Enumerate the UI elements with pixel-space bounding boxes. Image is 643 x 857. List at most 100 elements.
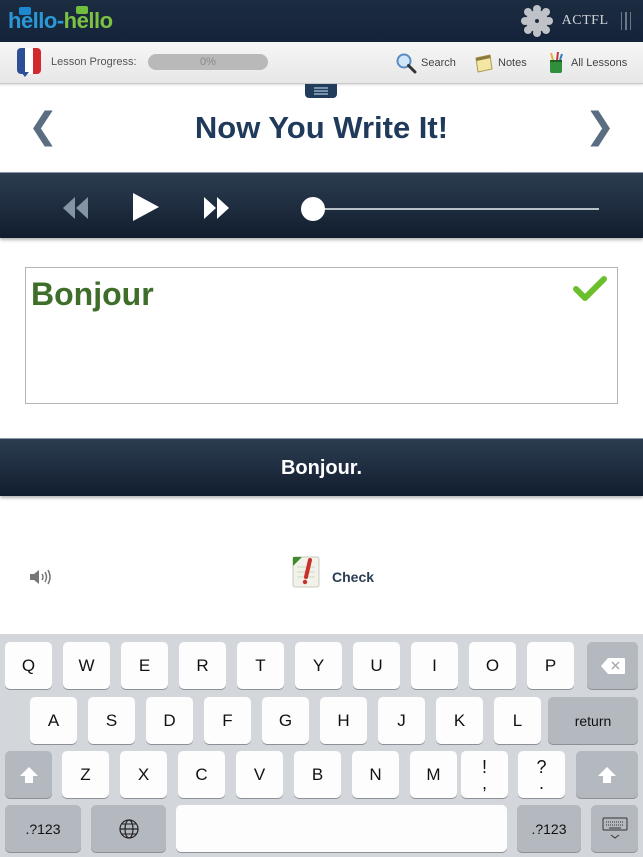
globe-key[interactable] [91, 805, 166, 852]
key-j[interactable]: J [378, 697, 425, 744]
key-label: A [47, 710, 60, 730]
app-logo: hello-hello [8, 8, 113, 34]
key-question-period[interactable]: ?. [518, 751, 565, 798]
key-m[interactable]: M [410, 751, 457, 798]
fast-forward-icon[interactable] [204, 197, 230, 219]
logo-text-2: hello [63, 8, 113, 33]
key-u[interactable]: U [353, 642, 400, 689]
key-z[interactable]: Z [62, 751, 109, 798]
key-label: P [544, 655, 557, 675]
shift-key-left[interactable] [5, 751, 52, 798]
logo-dash: - [56, 8, 64, 33]
check-button[interactable]: Check [290, 555, 374, 591]
key-s[interactable]: S [88, 697, 135, 744]
key-label: O [485, 655, 500, 675]
answer-input[interactable]: Bonjour [25, 267, 618, 404]
rewind-icon[interactable] [63, 197, 89, 219]
all-lessons-button[interactable]: All Lessons [545, 52, 627, 74]
keyboard-dismiss-icon [602, 817, 627, 839]
key-label: Q [21, 655, 36, 675]
key-label-bottom: . [538, 772, 544, 793]
key-label: I [432, 655, 437, 675]
check-label: Check [332, 569, 375, 585]
correct-checkmark-icon [573, 276, 607, 301]
flag-bubble-tail [21, 72, 29, 77]
speaker-icon[interactable] [29, 569, 53, 585]
key-i[interactable]: I [411, 642, 458, 689]
key-x[interactable]: X [120, 751, 167, 798]
key-g[interactable]: G [262, 697, 309, 744]
progress-text: 0% [200, 56, 216, 68]
key-label-bottom: , [481, 772, 487, 793]
key-n[interactable]: N [352, 751, 399, 798]
key-t[interactable]: T [237, 642, 284, 689]
notepad-icon [475, 54, 493, 73]
on-screen-keyboard: Q W E R T Y U I O P A S D F G H J K L return Z X C V B N M !, ?… [0, 634, 643, 857]
key-label: H [337, 710, 350, 730]
key-label: T [255, 655, 266, 675]
progress-label: Lesson Progress: [51, 56, 137, 68]
key-e[interactable]: E [121, 642, 168, 689]
key-label: E [138, 655, 151, 675]
key-p[interactable]: P [527, 642, 574, 689]
key-d[interactable]: D [146, 697, 193, 744]
header-bar: hello-hello ACTFL [0, 0, 643, 42]
key-o[interactable]: O [469, 642, 516, 689]
lesson-title-row: ❮ Now You Write It! ❯ [0, 98, 643, 172]
key-r[interactable]: R [179, 642, 226, 689]
partner-name: ACTFL [561, 13, 609, 28]
shift-key-right[interactable] [576, 751, 638, 798]
playback-slider-thumb[interactable] [301, 197, 325, 221]
audio-player [0, 172, 643, 238]
backspace-key[interactable] [587, 642, 638, 689]
key-label: L [512, 710, 523, 730]
key-v[interactable]: V [236, 751, 283, 798]
key-label: G [278, 710, 293, 730]
next-arrow-icon[interactable]: ❯ [585, 106, 615, 147]
key-label: V [253, 764, 266, 784]
key-label: R [196, 655, 209, 675]
search-icon [396, 53, 417, 74]
key-q[interactable]: Q [5, 642, 52, 689]
notes-button[interactable]: Notes [472, 52, 527, 74]
key-label: W [78, 655, 95, 675]
key-w[interactable]: W [63, 642, 110, 689]
key-label: B [311, 764, 324, 784]
numbers-label: .?123 [531, 820, 567, 837]
return-label: return [574, 712, 612, 729]
correct-answer-text: Bonjour. [280, 457, 363, 479]
menu-tab-button[interactable] [305, 84, 337, 98]
key-label: M [426, 764, 441, 784]
numbers-key-right[interactable]: .?123 [517, 805, 581, 852]
key-k[interactable]: K [436, 697, 483, 744]
shift-icon [598, 766, 616, 783]
menu-line [314, 87, 328, 89]
space-key[interactable] [176, 805, 507, 852]
key-label: J [397, 710, 406, 730]
logo-text-1: hello [8, 8, 57, 33]
french-flag-icon[interactable] [17, 48, 41, 74]
backspace-icon [600, 657, 625, 674]
key-b[interactable]: B [294, 751, 341, 798]
key-y[interactable]: Y [295, 642, 342, 689]
return-key[interactable]: return [548, 697, 638, 744]
menu-bars-icon[interactable] [620, 12, 631, 30]
key-label: Y [312, 655, 325, 675]
partner-logo: ACTFL [520, 5, 631, 37]
key-a[interactable]: A [30, 697, 77, 744]
key-l[interactable]: L [494, 697, 541, 744]
key-h[interactable]: H [320, 697, 367, 744]
key-f[interactable]: F [204, 697, 251, 744]
pencil-cup-icon [550, 52, 563, 73]
playback-track[interactable] [314, 208, 599, 210]
key-label: X [137, 764, 150, 784]
play-icon[interactable] [133, 193, 159, 221]
key-exclaim-comma[interactable]: !, [461, 751, 508, 798]
numbers-key-left[interactable]: .?123 [5, 805, 81, 852]
menu-line [314, 90, 328, 92]
search-button[interactable]: Search [395, 52, 456, 74]
dismiss-keyboard-key[interactable] [591, 805, 638, 852]
actfl-emblem-icon [520, 5, 553, 37]
key-c[interactable]: C [178, 751, 225, 798]
key-label: C [195, 764, 208, 784]
